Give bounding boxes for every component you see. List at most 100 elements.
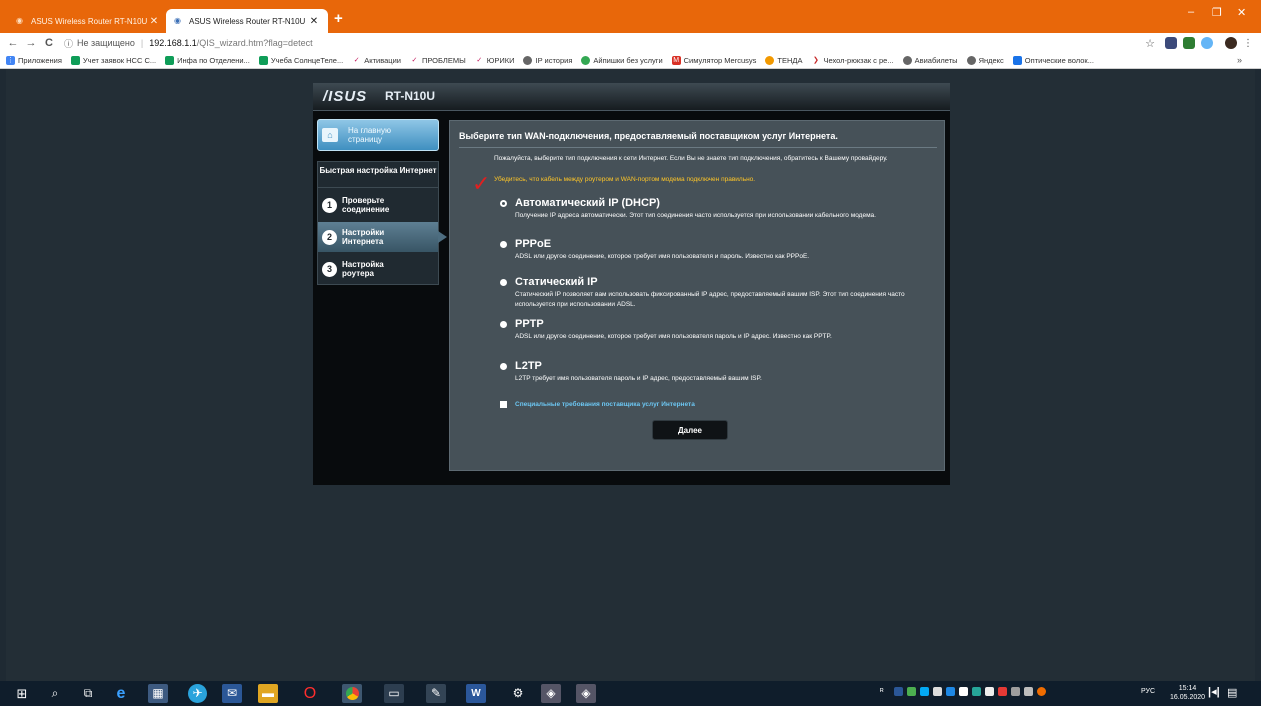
url-host: 192.168.1.1 bbox=[149, 38, 197, 48]
tray-app-icon[interactable] bbox=[945, 687, 955, 696]
option-dhcp[interactable]: Автоматический IP (DHCP) Получение IP ад… bbox=[500, 197, 920, 221]
onedrive-icon[interactable] bbox=[984, 687, 994, 696]
bookmark-item[interactable]: M Симулятор Mercusys bbox=[671, 56, 756, 65]
address-bar[interactable]: ⓘ Не защищено | 192.168.1.1/QIS_wizard.h… bbox=[64, 37, 1145, 50]
qis-title: Быстрая настройка Интернет bbox=[318, 162, 438, 188]
special-requirements-label[interactable]: Специальные требования поставщика услуг … bbox=[515, 401, 695, 408]
bookmark-item[interactable]: IP история bbox=[523, 56, 572, 65]
tab-close-icon[interactable]: ✕ bbox=[308, 16, 320, 27]
globe-icon bbox=[902, 56, 912, 65]
option-l2tp[interactable]: L2TP L2TP требует имя пользователя парол… bbox=[500, 360, 920, 384]
bookmark-item[interactable]: Айпишки без услуги bbox=[581, 56, 663, 65]
windows-start-icon[interactable]: ⊞ bbox=[12, 684, 32, 703]
bookmark-item[interactable]: ⋮ Приложения bbox=[6, 56, 62, 65]
profile-icon[interactable] bbox=[1225, 37, 1237, 49]
extension-icon-2[interactable] bbox=[1183, 37, 1195, 49]
terminal-icon[interactable]: ▭ bbox=[384, 684, 404, 703]
option-pppoe[interactable]: PPPoE ADSL или другое соединение, которо… bbox=[500, 238, 920, 262]
bookmark-check-icon: ✓ bbox=[353, 57, 360, 64]
url-path: /QIS_wizard.htm?flag=detect bbox=[196, 38, 313, 48]
extension-icon[interactable] bbox=[1165, 37, 1177, 49]
notifications-icon[interactable]: ▤ bbox=[1227, 686, 1237, 699]
search-icon[interactable]: ⌕ bbox=[45, 684, 65, 703]
step-internet-settings[interactable]: 2 Настройки Интернета bbox=[318, 222, 447, 252]
clock[interactable]: 15:14 16.05.2020 bbox=[1170, 684, 1205, 702]
next-button[interactable]: Далее bbox=[652, 420, 728, 440]
extension-icon-3[interactable] bbox=[1201, 37, 1213, 49]
opera-icon[interactable]: O bbox=[300, 684, 320, 703]
clock-time: 15:14 bbox=[1178, 685, 1197, 692]
radio-dhcp[interactable] bbox=[500, 199, 507, 207]
star-icon[interactable]: ☆ bbox=[1145, 37, 1155, 50]
telegram-icon[interactable]: ✈ bbox=[188, 684, 207, 703]
tray-app-icon[interactable] bbox=[1036, 687, 1046, 696]
bookmark-item[interactable]: Учеба СолнцеТеле... bbox=[258, 56, 343, 65]
back-button[interactable]: ← bbox=[4, 37, 22, 49]
chrome-icon[interactable] bbox=[342, 684, 362, 703]
forward-button[interactable]: → bbox=[22, 37, 40, 49]
radio-pptp[interactable] bbox=[500, 320, 507, 328]
restore-button[interactable]: ❐ bbox=[1212, 6, 1222, 19]
wifi-icon[interactable] bbox=[1010, 687, 1020, 696]
file-explorer-icon[interactable]: ▬ bbox=[258, 684, 278, 703]
browser-tab-2[interactable]: ◉ ASUS Wireless Router RT-N10U ✕ bbox=[166, 9, 328, 33]
task-view-icon[interactable]: ⧉ bbox=[78, 684, 98, 703]
radio-static-ip[interactable] bbox=[500, 278, 507, 286]
mail-icon[interactable]: ✉ bbox=[222, 684, 242, 703]
bookmark-item[interactable]: Оптические волок... bbox=[1012, 56, 1094, 65]
people-icon[interactable]: ᴿ bbox=[880, 687, 884, 696]
bookmark-item[interactable]: ❯ Чехол-рюкзак с ре... bbox=[811, 56, 894, 65]
info-icon[interactable]: ⓘ bbox=[64, 37, 73, 50]
option-name: Статический IP bbox=[515, 276, 598, 288]
settings-gear-icon[interactable]: ⚙ bbox=[508, 684, 528, 703]
show-desktop-icon[interactable]: |◂| bbox=[1208, 685, 1220, 698]
option-desc: ADSL или другое соединение, которое треб… bbox=[515, 333, 832, 340]
bookmark-item[interactable]: ✓ Активации bbox=[352, 56, 401, 65]
option-pptp[interactable]: PPTP ADSL или другое соединение, которое… bbox=[500, 318, 920, 342]
option-static-ip[interactable]: Статический IP Статический IP позволяет … bbox=[500, 276, 920, 310]
close-window-button[interactable]: ✕ bbox=[1237, 6, 1246, 19]
special-requirements-checkbox[interactable] bbox=[500, 401, 507, 408]
tab-close-icon[interactable]: ✕ bbox=[148, 16, 160, 27]
bookmark-item[interactable]: ✓ ЮРИКИ bbox=[475, 56, 514, 65]
ie-icon[interactable]: e bbox=[111, 684, 131, 703]
menu-icon[interactable]: ⋮ bbox=[1243, 38, 1253, 49]
tray-app-icon[interactable] bbox=[971, 687, 981, 696]
tray-app-icon[interactable] bbox=[906, 687, 916, 696]
home-button[interactable]: ⌂ На главную страницу bbox=[317, 119, 439, 151]
bookmark-item[interactable]: ✓ ПРОБЛЕМЫ bbox=[410, 56, 466, 65]
tray-app-icon[interactable] bbox=[919, 687, 929, 696]
browser-tab-1[interactable]: ◉ ASUS Wireless Router RT-N10U ✕ bbox=[8, 9, 168, 33]
volume-icon[interactable] bbox=[1023, 687, 1033, 696]
tray-app-icon[interactable] bbox=[997, 687, 1007, 696]
bookmark-item[interactable]: Инфа по Отделени... bbox=[165, 56, 250, 65]
reload-button[interactable]: C bbox=[40, 37, 58, 49]
app-icon-2[interactable]: ◈ bbox=[541, 684, 561, 703]
bookmark-check-icon: ✓ bbox=[411, 57, 418, 64]
bookmark-item[interactable]: Авиабилеты bbox=[902, 56, 958, 65]
minimize-button[interactable]: – bbox=[1188, 6, 1194, 18]
tray-app-icon[interactable] bbox=[893, 687, 903, 696]
router-favicon-icon: ◉ bbox=[174, 16, 181, 25]
app-icon[interactable]: ▦ bbox=[148, 684, 168, 703]
special-requirements[interactable]: Специальные требования поставщика услуг … bbox=[500, 401, 695, 408]
step-check-connection[interactable]: 1 Проверьте соединение bbox=[318, 190, 438, 220]
radio-l2tp[interactable] bbox=[500, 362, 507, 370]
bookmark-item[interactable]: Учет заявок НСС С... bbox=[70, 56, 156, 65]
asus-logo: /ISUS bbox=[323, 88, 368, 105]
bookmark-item[interactable]: ТЕНДА bbox=[765, 56, 802, 65]
radio-pppoe[interactable] bbox=[500, 240, 507, 248]
bookmarks-overflow-button[interactable]: » bbox=[1237, 55, 1242, 65]
bookmark-site-icon bbox=[581, 56, 591, 65]
language-indicator[interactable]: РУС bbox=[1141, 688, 1155, 695]
tenda-icon bbox=[765, 56, 775, 65]
tray-app-icon[interactable] bbox=[958, 687, 968, 696]
notepad-icon[interactable]: ✎ bbox=[426, 684, 446, 703]
word-icon[interactable]: W bbox=[466, 684, 486, 703]
new-tab-button[interactable]: + bbox=[334, 10, 343, 27]
step-router-setup[interactable]: 3 Настройка роутера bbox=[318, 254, 438, 284]
app-icon-3[interactable]: ◈ bbox=[576, 684, 596, 703]
bookmark-item[interactable]: Яндекс bbox=[966, 56, 1004, 65]
sheets-icon bbox=[258, 56, 268, 65]
tray-app-icon[interactable] bbox=[932, 687, 942, 696]
